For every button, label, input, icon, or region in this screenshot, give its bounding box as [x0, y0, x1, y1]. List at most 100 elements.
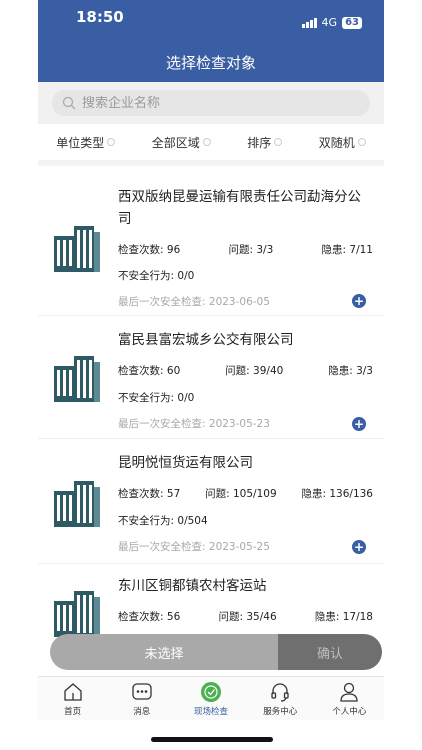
add-icon[interactable]: +: [352, 294, 366, 308]
hazards-label: 隐患:: [321, 244, 347, 256]
user-icon: [340, 682, 359, 702]
company-stats: 检查次数: 56 问题: 35/46 隐患: 17/18: [118, 609, 373, 624]
last-check-label: 最后一次安全检查:: [118, 418, 206, 430]
unsafe-label: 不安全行为:: [118, 515, 175, 527]
tab-messages[interactable]: 消息: [107, 677, 176, 720]
last-check-label: 最后一次安全检查:: [118, 296, 206, 308]
selection-action-bar: 未选择 确认: [50, 634, 382, 670]
inspections-label: 检查次数:: [118, 611, 164, 623]
problems-value: 105/109: [233, 488, 277, 500]
last-check: 最后一次安全检查: 2023-05-25: [118, 539, 270, 554]
top-bar: 18:50 4G 63 选择检查对象: [38, 0, 384, 82]
company-name: 东川区铜都镇农村客运站: [118, 578, 267, 594]
message-icon: [132, 683, 152, 700]
inspections-value: 60: [166, 365, 181, 377]
company-card[interactable]: 东川区铜都镇农村客运站 检查次数: 56 问题: 35/46 隐患: 17/18: [38, 565, 384, 642]
unsafe-value: 0/0: [177, 392, 195, 404]
search-icon: [62, 96, 76, 110]
last-check-label: 最后一次安全检查:: [118, 541, 206, 553]
unsafe-behavior: 不安全行为: 0/0: [118, 390, 194, 405]
problems-value: 39/40: [253, 365, 284, 377]
company-name: 富民县富宏城乡公交有限公司: [118, 332, 294, 348]
building-icon: [54, 356, 100, 402]
company-name: 昆明悦恒货运有限公司: [118, 455, 253, 471]
tab-label: 消息: [133, 707, 151, 717]
last-check-date: 2023-05-23: [208, 418, 270, 430]
unsafe-behavior: 不安全行为: 0/504: [118, 513, 208, 528]
chevron-down-icon: [274, 138, 283, 146]
page-title: 选择检查对象: [165, 54, 256, 72]
hazards-label: 隐患:: [314, 611, 340, 623]
filter-double-random[interactable]: 双随机: [319, 134, 366, 151]
battery-icon: 63: [342, 16, 362, 29]
hazards-value: 136/136: [329, 488, 373, 500]
tab-label: 现场检查: [194, 707, 229, 717]
tab-label: 首页: [64, 707, 82, 717]
problems-label: 问题:: [225, 365, 250, 377]
inspections-value: 96: [166, 244, 181, 256]
hazards-label: 隐患:: [328, 365, 353, 377]
inspections-label: 检查次数:: [118, 488, 164, 500]
tab-label: 个人中心: [332, 707, 367, 717]
network-type: 4G: [321, 16, 338, 29]
filter-unit-type[interactable]: 单位类型: [56, 134, 116, 151]
last-check: 最后一次安全检查: 2023-05-23: [118, 416, 270, 431]
add-icon[interactable]: +: [352, 417, 366, 431]
tab-inspection[interactable]: 现场检查: [176, 677, 245, 720]
filter-region[interactable]: 全部区域: [152, 134, 211, 151]
filter-label: 全部区域: [151, 135, 200, 150]
company-stats: 检查次数: 60 问题: 39/40 隐患: 3/3: [118, 363, 373, 378]
add-icon[interactable]: +: [352, 540, 366, 554]
confirm-button[interactable]: 确认: [278, 634, 382, 670]
unsafe-behavior: 不安全行为: 0/0: [118, 268, 194, 283]
company-stats: 检查次数: 57 问题: 105/109 隐患: 136/136: [118, 486, 373, 501]
company-card[interactable]: 富民县富宏城乡公交有限公司 检查次数: 60 问题: 39/40 隐患: 3/3…: [38, 317, 384, 439]
filter-label: 双随机: [318, 135, 355, 150]
company-card[interactable]: 昆明悦恒货运有限公司 检查次数: 57 问题: 105/109 隐患: 136/…: [38, 440, 384, 564]
company-list: 西双版纳昆曼运输有限责任公司勐海分公司 检查次数: 96 问题: 3/3 隐患:…: [38, 172, 384, 642]
problems-label: 问题:: [205, 488, 230, 500]
search-box[interactable]: [52, 90, 370, 116]
tab-home[interactable]: 首页: [38, 677, 107, 720]
search-bar: [38, 82, 384, 124]
building-icon: [54, 481, 100, 527]
inspections-label: 检查次数:: [118, 365, 164, 377]
unselected-button[interactable]: 未选择: [50, 634, 278, 670]
filter-bar: 单位类型 全部区域 排序 双随机: [38, 124, 384, 166]
status-time: 18:50: [76, 8, 124, 26]
home-indicator: [151, 737, 273, 742]
inspection-icon: [201, 682, 221, 702]
inspections-label: 检查次数:: [118, 244, 164, 256]
last-check: 最后一次安全检查: 2023-06-05: [118, 294, 270, 309]
chevron-down-icon: [107, 138, 116, 146]
search-input[interactable]: [82, 95, 342, 111]
tab-label: 服务中心: [263, 707, 298, 717]
hazards-label: 隐患:: [301, 488, 327, 500]
status-indicators: 4G 63: [301, 16, 362, 29]
chevron-down-icon: [202, 138, 211, 146]
unsafe-value: 0/504: [177, 515, 208, 527]
filter-label: 单位类型: [56, 135, 105, 150]
problems-label: 问题:: [228, 244, 254, 256]
unsafe-value: 0/0: [177, 270, 195, 282]
company-name: 西双版纳昆曼运输有限责任公司勐海分公司: [118, 189, 361, 227]
problems-label: 问题:: [218, 611, 244, 623]
headset-icon: [271, 683, 289, 702]
company-card[interactable]: 西双版纳昆曼运输有限责任公司勐海分公司 检查次数: 96 问题: 3/3 隐患:…: [38, 172, 384, 316]
inspections-value: 57: [166, 488, 181, 500]
tab-profile[interactable]: 个人中心: [315, 677, 384, 720]
chevron-down-icon: [357, 138, 366, 146]
tab-bar: 首页 消息 现场检查 服务中心 个人中心: [38, 676, 384, 720]
unsafe-label: 不安全行为:: [118, 270, 175, 282]
problems-value: 35/46: [246, 611, 277, 623]
home-icon: [63, 683, 82, 701]
inspections-value: 56: [166, 611, 181, 623]
filter-sort[interactable]: 排序: [247, 134, 283, 151]
building-icon: [54, 591, 100, 637]
last-check-date: 2023-05-25: [208, 541, 270, 553]
problems-value: 3/3: [256, 244, 274, 256]
hazards-value: 17/18: [342, 611, 373, 623]
building-icon: [54, 226, 100, 272]
tab-service[interactable]: 服务中心: [246, 677, 315, 720]
hazards-value: 7/11: [349, 244, 373, 256]
